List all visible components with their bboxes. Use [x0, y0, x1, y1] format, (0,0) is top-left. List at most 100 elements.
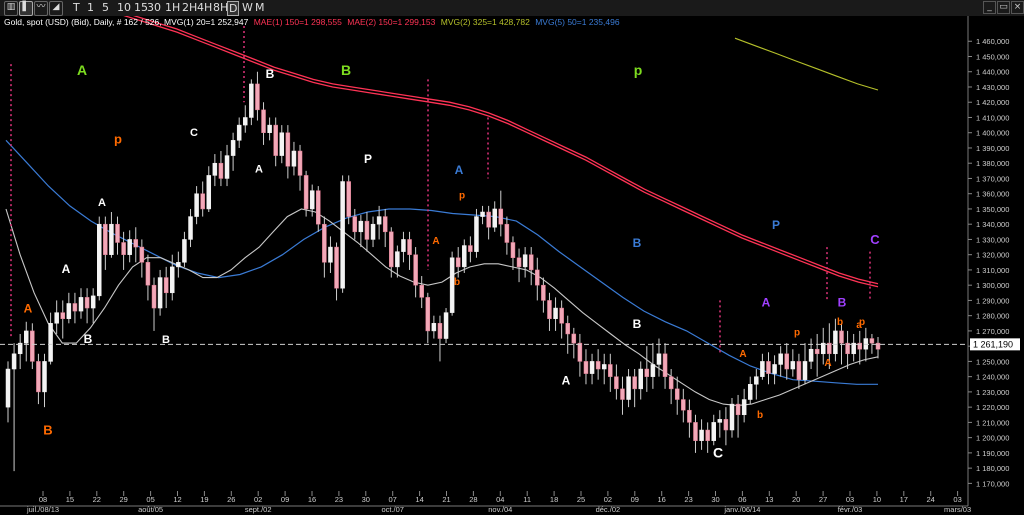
candle-body: [814, 348, 820, 355]
candle-body: [30, 330, 35, 362]
candle-body: [297, 150, 303, 176]
y-tick-label: 1 320,000: [976, 251, 1009, 260]
header-indicator-mvg50: MVG(5) 50=1 235,496: [535, 17, 620, 27]
candle-body: [157, 277, 163, 309]
y-tick-label: 1 340,000: [976, 220, 1009, 229]
bar-chart-icon[interactable]: ▥: [4, 1, 18, 16]
candle-body: [273, 124, 278, 156]
candle-body: [559, 307, 564, 324]
x-tick-label: 14: [415, 495, 423, 504]
timeframe-1-button[interactable]: 1: [86, 1, 95, 14]
candle-body: [389, 231, 394, 268]
wave-label: b: [837, 317, 843, 328]
x-tick-label: 21: [442, 495, 450, 504]
candle-body: [121, 242, 126, 255]
candle-body: [42, 361, 47, 393]
candle-body: [687, 409, 692, 423]
candle-body: [200, 193, 205, 210]
timeframe-w-button[interactable]: W: [241, 1, 254, 14]
candle-body: [595, 361, 601, 370]
line-chart-icon[interactable]: 〰: [34, 1, 48, 16]
x-tick-label: 18: [550, 495, 558, 504]
candle-body: [778, 353, 783, 365]
y-tick-label: 1 250,000: [976, 357, 1009, 366]
candle-body: [11, 353, 17, 370]
candle-body: [808, 348, 814, 362]
wave-label: B: [838, 296, 847, 310]
candle-body: [182, 239, 187, 263]
y-tick-label: 1 190,000: [976, 449, 1009, 458]
candle-body: [681, 399, 686, 411]
candle-body: [772, 364, 777, 374]
candle-body: [352, 216, 358, 233]
timeframe-30-button[interactable]: 30: [146, 1, 162, 14]
candle-body: [729, 403, 735, 431]
header-indicator-mvg325: MVG(2) 325=1 428,782: [441, 17, 530, 27]
x-tick-label: 27: [819, 495, 827, 504]
x-tick-label: 02: [254, 495, 262, 504]
candle-body: [261, 109, 266, 133]
y-tick-label: 1 220,000: [976, 403, 1009, 412]
timeframe-1h-button[interactable]: 1H: [164, 1, 181, 14]
x-month-label: août/05: [138, 505, 163, 514]
wave-label: p: [114, 131, 122, 146]
x-tick-label: 05: [146, 495, 154, 504]
wave-label: p: [859, 317, 865, 328]
timeframe-d-button[interactable]: D: [227, 1, 240, 16]
restore-icon[interactable]: ▭: [997, 1, 1010, 14]
candle-body: [632, 376, 637, 390]
x-tick-label: 07: [389, 495, 397, 504]
y-tick-label: 1 430,000: [976, 83, 1009, 92]
timeframe-m-button[interactable]: M: [254, 1, 266, 14]
candle-body: [188, 216, 193, 240]
x-tick-label: 23: [335, 495, 343, 504]
y-tick-label: 1 420,000: [976, 98, 1009, 107]
x-tick-label: 04: [496, 495, 504, 504]
candle-body: [218, 162, 224, 179]
candle-body: [504, 223, 510, 243]
x-month-label: janv./06/14: [723, 505, 760, 514]
candle-body: [376, 216, 382, 225]
y-tick-label: 1 240,000: [976, 373, 1009, 382]
timeframe-5-button[interactable]: 5: [101, 1, 110, 14]
candle-body: [717, 419, 723, 423]
timeframe-10-button[interactable]: 10: [116, 1, 132, 14]
header-indicator-mae1: MAE(1) 150=1 298,555: [254, 17, 342, 27]
timeframe-4h-button[interactable]: 4H: [196, 1, 213, 14]
candle-body: [194, 193, 199, 217]
candle-body: [255, 83, 260, 111]
timeframe-t-button[interactable]: T: [72, 1, 81, 14]
candle-body: [468, 245, 473, 252]
x-tick-label: 29: [120, 495, 128, 504]
x-tick-label: 28: [469, 495, 477, 504]
price-chart[interactable]: 1 460,000 1 450,000 1 440,000 1 430,000 1 42…: [0, 16, 1024, 515]
x-tick-label: 17: [900, 495, 908, 504]
candle-body: [176, 262, 181, 268]
wave-label: C: [190, 127, 198, 139]
x-tick-label: 11: [523, 495, 531, 504]
wave-label: C: [713, 444, 723, 460]
close-icon[interactable]: ×: [1011, 1, 1024, 14]
candle-chart-icon[interactable]: ▌: [19, 1, 33, 16]
wave-label: A: [562, 373, 571, 387]
wave-label: A: [77, 62, 87, 78]
candle-body: [328, 246, 333, 263]
candle-body: [84, 297, 90, 309]
minimize-icon[interactable]: _: [983, 1, 996, 14]
candle-body: [614, 376, 619, 390]
y-tick-label: 1 400,000: [976, 129, 1009, 138]
candle-body: [443, 312, 449, 339]
candle-body: [151, 284, 157, 309]
candle-body: [24, 330, 29, 344]
candle-body: [565, 323, 570, 335]
candle-body: [212, 162, 218, 176]
candle-body: [839, 330, 844, 344]
x-tick-label: 02: [604, 495, 612, 504]
x-tick-label: 15: [66, 495, 74, 504]
candle-body: [516, 257, 522, 268]
candle-body: [577, 342, 583, 362]
area-chart-icon[interactable]: ◢: [49, 1, 63, 16]
candle-body: [60, 312, 66, 319]
y-tick-label: 1 170,000: [976, 479, 1009, 488]
candle-body: [535, 269, 540, 286]
